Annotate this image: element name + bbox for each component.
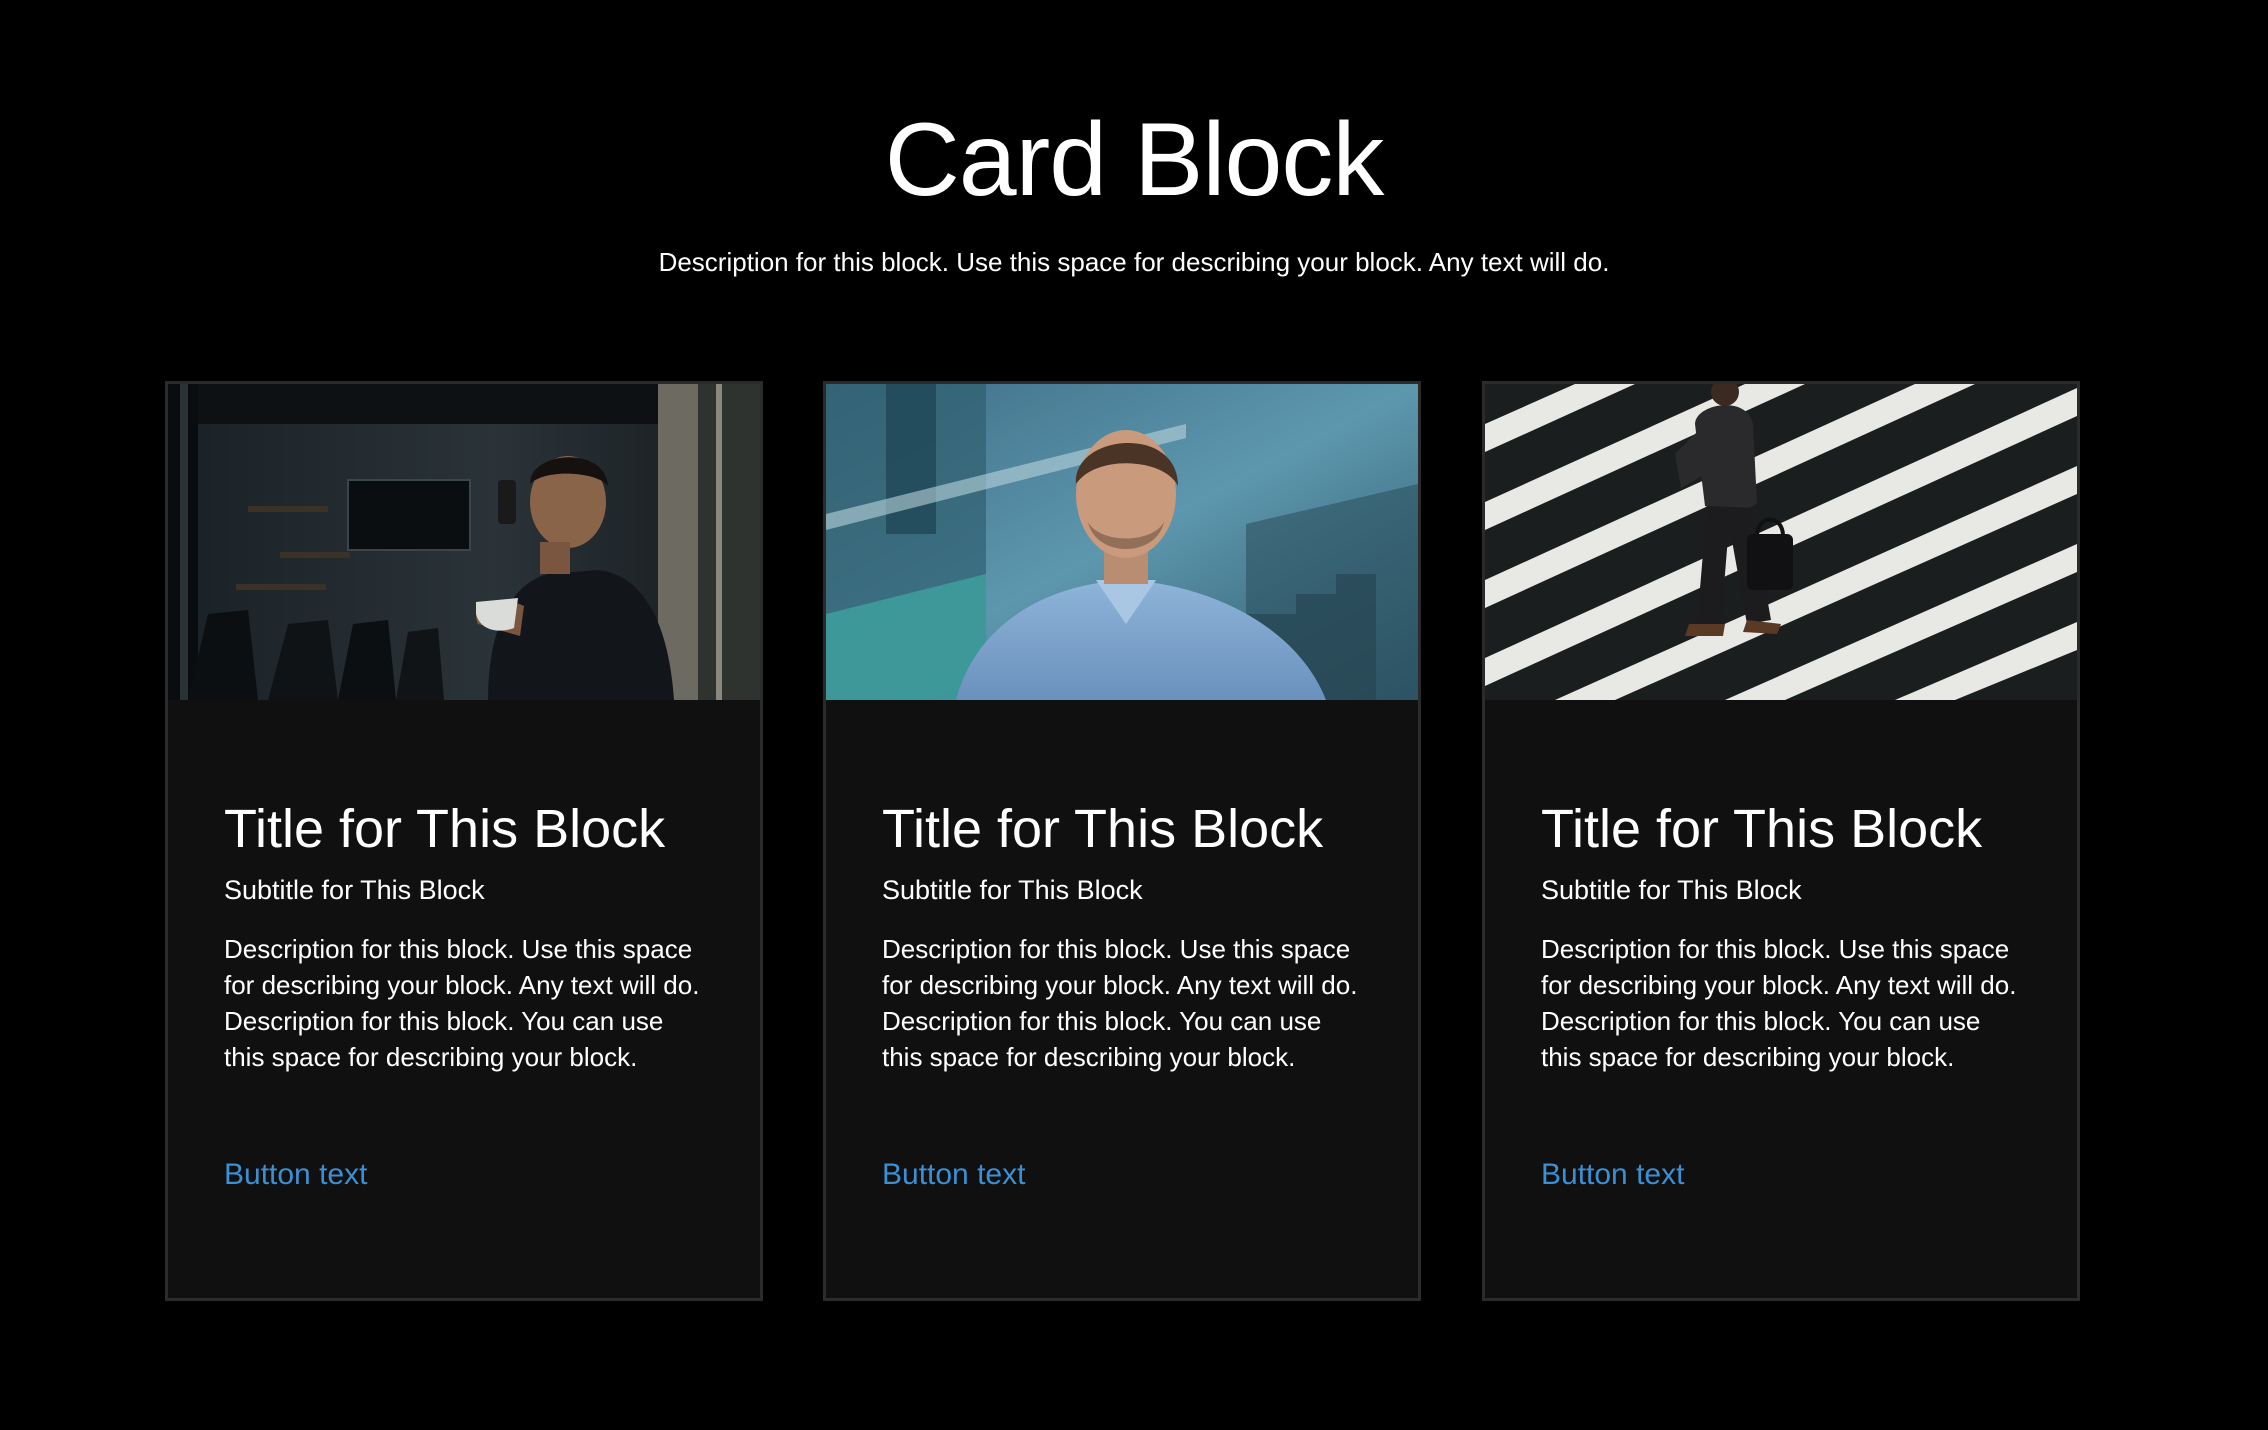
card-subtitle: Subtitle for This Block — [1541, 875, 1802, 905]
card-button[interactable]: Button text — [882, 1155, 1025, 1195]
card-3: Title for This Block Subtitle for This B… — [1482, 381, 2080, 1301]
block-title: Card Block — [884, 102, 1385, 218]
card-image-man-blue-shirt — [826, 384, 1418, 700]
block-description: Description for this block. Use this spa… — [658, 247, 1610, 277]
card-subtitle: Subtitle for This Block — [224, 875, 485, 905]
card-description: Description for this block. Use this spa… — [882, 934, 1358, 1072]
card-image-crosswalk-walker — [1485, 384, 2077, 700]
card-button[interactable]: Button text — [1541, 1155, 1684, 1195]
card-title: Title for This Block — [882, 799, 1324, 859]
card-2: Title for This Block Subtitle for This B… — [823, 381, 1421, 1301]
card-title: Title for This Block — [1541, 799, 1983, 859]
card-description: Description for this block. Use this spa… — [1541, 934, 2017, 1072]
card-description: Description for this block. Use this spa… — [224, 934, 700, 1072]
card-1: Title for This Block Subtitle for This B… — [165, 381, 763, 1301]
card-title: Title for This Block — [224, 799, 666, 859]
card-button[interactable]: Button text — [224, 1155, 367, 1195]
card-subtitle: Subtitle for This Block — [882, 875, 1143, 905]
card-image-businessman-phone — [168, 384, 760, 700]
